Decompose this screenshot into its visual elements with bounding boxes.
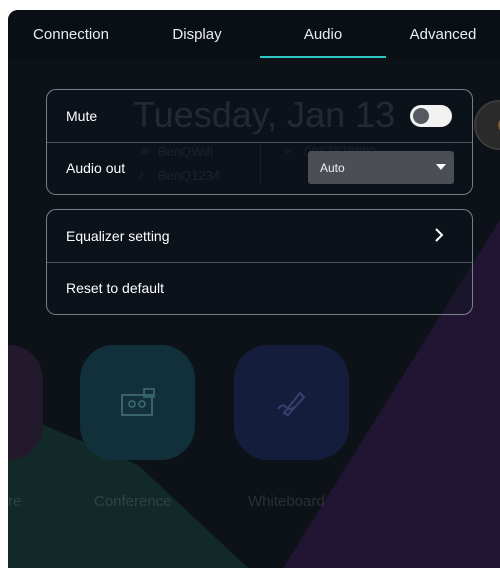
audio-out-label: Audio out [66, 160, 126, 176]
palette-icon [498, 119, 500, 131]
app-label-conference: Conference [94, 493, 172, 510]
app-tile-partial [8, 345, 43, 460]
audio-out-row: Audio out Auto [47, 142, 472, 194]
equalizer-label: Equalizer setting [66, 228, 170, 244]
mute-toggle[interactable] [410, 105, 452, 127]
tab-audio[interactable]: Audio [260, 10, 386, 58]
conference-icon [121, 388, 155, 416]
audio-output-card: Mute Audio out Auto [46, 89, 473, 195]
caret-down-icon [436, 164, 446, 170]
settings-tab-bar: Connection Display Audio Advanced [8, 10, 500, 58]
app-label-whiteboard: Whiteboard [248, 493, 325, 510]
chevron-right-icon [435, 228, 444, 242]
audio-out-dropdown[interactable]: Auto [308, 151, 454, 184]
tab-connection[interactable]: Connection [8, 10, 134, 58]
audio-out-selected-value: Auto [320, 160, 345, 175]
mute-row: Mute [47, 90, 472, 142]
tab-advanced[interactable]: Advanced [386, 10, 500, 58]
equalizer-row[interactable]: Equalizer setting [47, 210, 472, 262]
whiteboard-pen-icon [277, 391, 306, 417]
reset-label: Reset to default [66, 280, 165, 296]
app-tile-whiteboard [234, 345, 349, 460]
settings-screen: Tuesday, Jan 13 ≋ BenQWifi ♪ BenQ1234 ⌖ … [8, 10, 500, 568]
sound-settings-card: Equalizer setting Reset to default [46, 209, 473, 315]
mute-toggle-knob [413, 108, 429, 124]
tab-display[interactable]: Display [134, 10, 260, 58]
reset-row[interactable]: Reset to default [47, 262, 472, 314]
app-tile-conference [80, 345, 195, 460]
active-tab-indicator [260, 56, 386, 58]
mute-label: Mute [66, 108, 98, 124]
floating-tool-button [474, 100, 500, 150]
app-label-partial: re [8, 493, 22, 510]
